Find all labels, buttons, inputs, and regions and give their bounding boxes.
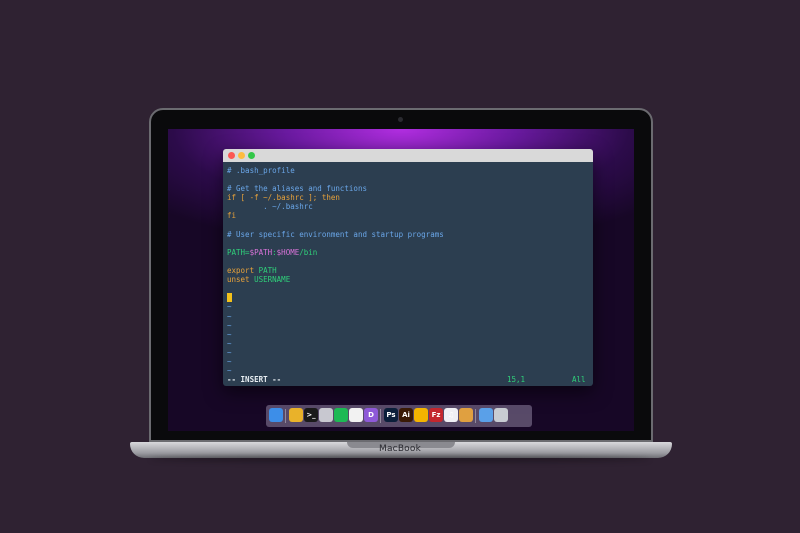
editor-line: # .bash_profile — [227, 166, 589, 175]
code-token: PATH= — [227, 247, 250, 257]
finder-icon[interactable] — [269, 408, 283, 422]
code-token: . ~/.bashrc — [227, 202, 313, 212]
empty-line-marker: ~ — [227, 356, 232, 366]
desktop-screen: # .bash_profile # Get the aliases and fun… — [168, 129, 634, 431]
itunes-icon[interactable]: ♫ — [444, 408, 458, 422]
minimize-button[interactable] — [238, 152, 245, 159]
code-token: # .bash_profile — [227, 166, 295, 175]
photoshop-icon[interactable]: Ps — [384, 408, 398, 422]
editor-line: # Get the aliases and functions — [227, 184, 589, 193]
editor-line: unset USERNAME — [227, 275, 589, 284]
code-token: # Get the aliases and functions — [227, 184, 367, 194]
text-cursor — [227, 293, 232, 303]
zoom-button[interactable] — [248, 152, 255, 159]
folder-icon[interactable] — [479, 408, 493, 422]
sequel-pro-icon[interactable] — [319, 408, 333, 422]
code-token: # User specific environment and startup … — [227, 229, 444, 239]
editor-line — [227, 293, 589, 303]
filezilla-icon[interactable]: Fz — [429, 408, 443, 422]
editor-line: # User specific environment and startup … — [227, 230, 589, 239]
editor-line: ~ — [227, 339, 589, 348]
mode-indicator: -- INSERT -- — [227, 375, 282, 384]
code-token: $HOME — [276, 247, 300, 257]
scroll-indicator: All — [572, 375, 586, 384]
empty-line-marker: ~ — [227, 329, 232, 339]
editor-line: ~ — [227, 321, 589, 330]
terminal-icon[interactable]: >_ — [304, 408, 318, 422]
empty-line-marker: ~ — [227, 338, 232, 348]
code-token: export — [227, 266, 259, 276]
camera — [398, 117, 403, 122]
code-token: USERNAME — [254, 275, 291, 285]
code-token: PATH — [258, 266, 277, 276]
empty-line-marker: ~ — [227, 320, 232, 330]
app-icon[interactable]: D — [364, 408, 378, 422]
empty-line-marker: ~ — [227, 311, 232, 321]
window-titlebar[interactable] — [223, 149, 593, 162]
laptop-shadow — [150, 456, 650, 462]
editor-line: ~ — [227, 330, 589, 339]
code-token: fi — [227, 211, 237, 221]
editor-line: . ~/.bashrc — [227, 202, 589, 211]
editor-line: if [ -f ~/.bashrc ]; then — [227, 193, 589, 202]
close-button[interactable] — [228, 152, 235, 159]
code-token: if [ -f ~/.bashrc ]; then — [227, 193, 340, 203]
spotify-icon[interactable] — [334, 408, 348, 422]
illustrator-icon[interactable]: Ai — [399, 408, 413, 422]
empty-line-marker: ~ — [227, 347, 232, 357]
sketch-icon[interactable] — [414, 408, 428, 422]
editor-line: PATH=$PATH:$HOME/bin — [227, 248, 589, 257]
vim-editor[interactable]: # .bash_profile # Get the aliases and fun… — [223, 162, 593, 375]
dock-separator — [285, 409, 286, 423]
terminal-window[interactable]: # .bash_profile # Get the aliases and fun… — [223, 149, 593, 386]
github-icon[interactable] — [349, 408, 363, 422]
editor-line: ~ — [227, 348, 589, 357]
code-token: /bin — [299, 247, 318, 257]
empty-line-marker: ~ — [227, 302, 232, 312]
dock-separator — [380, 409, 381, 423]
dock-separator — [475, 409, 476, 423]
burger-app-icon[interactable] — [459, 408, 473, 422]
editor-line: export PATH — [227, 266, 589, 275]
cursor-position: 15,1 — [507, 375, 526, 384]
brand-label: MacBook — [378, 444, 422, 454]
editor-line: ~ — [227, 357, 589, 366]
code-token: unset — [227, 275, 255, 285]
chrome-icon[interactable] — [289, 408, 303, 422]
dock: >_ D Ps Ai Fz ♫ — [266, 405, 532, 427]
code-token: $PATH — [249, 247, 273, 257]
vim-statusbar: -- INSERT -- 15,1 All — [223, 374, 593, 386]
editor-line: ~ — [227, 312, 589, 321]
editor-line: fi — [227, 211, 589, 220]
trash-icon[interactable] — [494, 408, 508, 422]
editor-line: ~ — [227, 302, 589, 311]
